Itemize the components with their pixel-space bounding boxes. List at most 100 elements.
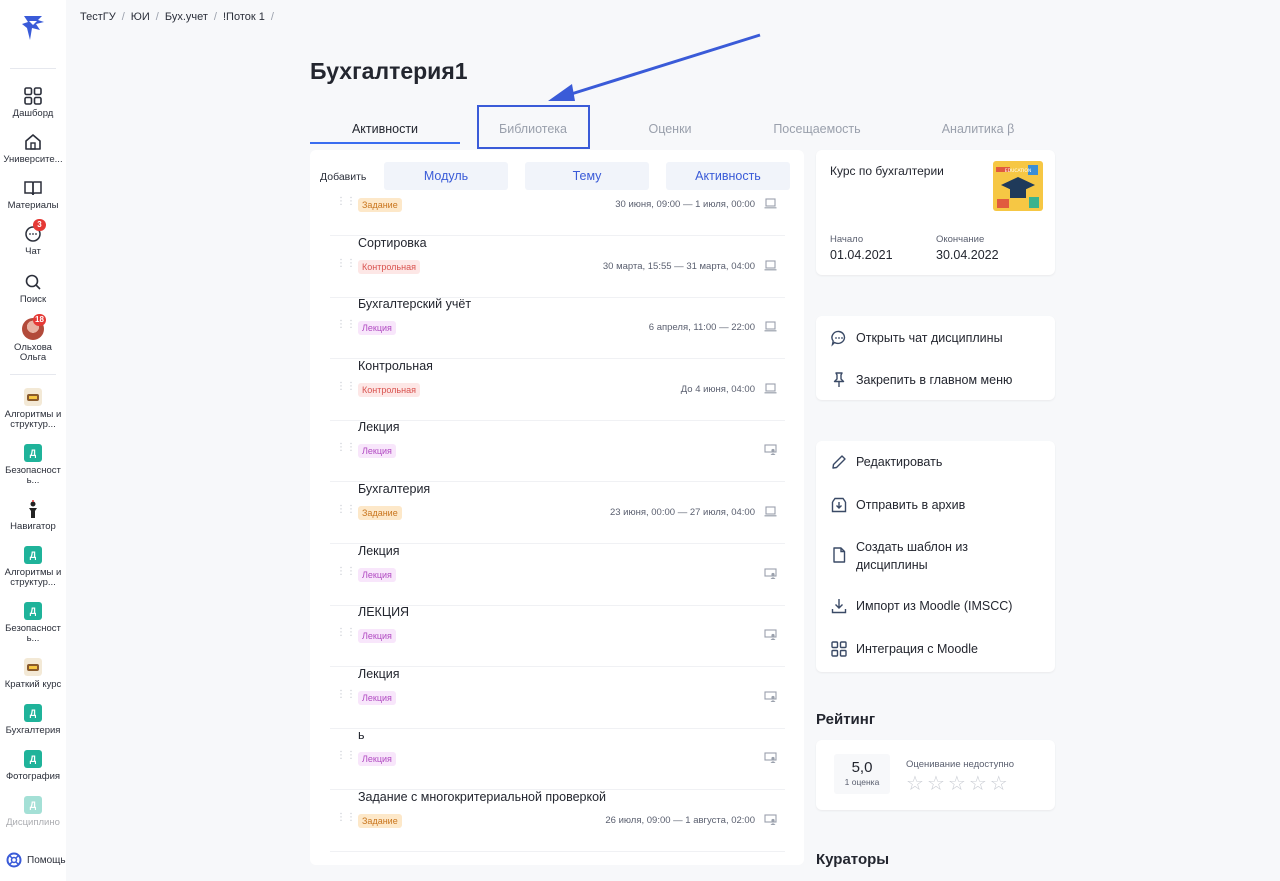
presentation-icon: [764, 444, 777, 456]
chat-badge: 3: [33, 219, 46, 231]
activity-list: ⋮⋮ Задание 30 июня, 09:00 — 1 июля, 00:00 ⋮…: [310, 192, 804, 852]
drag-handle-icon[interactable]: ⋮⋮: [336, 813, 356, 828]
laptop-icon: [764, 260, 777, 270]
drag-handle-icon[interactable]: ⋮⋮: [336, 258, 356, 274]
sidebar-course-item[interactable]: Д Алгоритмы и структур...: [0, 546, 66, 588]
sidebar-course-item[interactable]: Д Бухгалтерия: [0, 704, 66, 736]
university-logo-icon[interactable]: [18, 12, 48, 42]
breadcrumb-item[interactable]: ЮИ: [131, 11, 150, 23]
sidebar-item-chat[interactable]: 3 Чат: [0, 219, 66, 257]
activity-title[interactable]: Лекция: [358, 544, 400, 558]
sidebar-label-materials: Материалы: [7, 200, 59, 211]
sidebar-item-profile[interactable]: 18 Ольхова Ольга: [0, 314, 66, 363]
sidebar-course-item[interactable]: Д Дисциплино: [0, 796, 66, 828]
drag-handle-icon[interactable]: ⋮⋮: [336, 197, 356, 212]
activity-row[interactable]: ⋮⋮ ЛЕКЦИЯ Лекция: [330, 605, 785, 668]
sidebar-course-item[interactable]: Алгоритмы и структур...: [0, 388, 66, 430]
breadcrumb-separator: /: [155, 11, 159, 23]
rating-score: 5,0: [851, 759, 873, 776]
activity-title[interactable]: Контрольная: [358, 359, 433, 373]
activity-type-badge: Лекция: [358, 629, 396, 644]
drag-handle-icon[interactable]: ⋮⋮: [336, 751, 356, 766]
sidebar-label-chat: Чат: [25, 246, 41, 257]
start-date-value: 01.04.2021: [830, 248, 893, 262]
activity-row[interactable]: ⋮⋮ Лекция Лекция: [330, 420, 785, 483]
activity-title[interactable]: Задание с многокритериальной проверкой: [358, 790, 606, 804]
course-square-icon: Д: [24, 704, 42, 722]
activity-row[interactable]: ⋮⋮ Контрольная Контрольная До 4 июня, 04:00: [330, 359, 785, 421]
activity-type-badge: Задание: [358, 814, 402, 828]
start-date-label: Начало: [830, 234, 864, 245]
activity-title[interactable]: ь: [358, 728, 365, 742]
activity-row[interactable]: ⋮⋮ Бухгалтерский учёт Лекция 6 апреля, 11:0…: [330, 297, 785, 360]
sidebar-course-item[interactable]: Краткий курс: [0, 658, 66, 690]
sidebar-item-search[interactable]: Поиск: [0, 272, 66, 305]
sidebar-item-university[interactable]: Университе...: [0, 132, 66, 165]
drag-handle-icon[interactable]: ⋮⋮: [336, 566, 356, 582]
activity-type-badge: Лекция: [358, 444, 396, 459]
course-square-icon: Д: [24, 750, 42, 768]
course-square-icon: Д: [24, 796, 42, 814]
create-template-label-1: Создать шаблон из: [856, 540, 969, 554]
course-cover-image: EDUCATION: [993, 161, 1043, 211]
tab-analytics[interactable]: Аналитика β: [900, 116, 1056, 144]
sidebar-course-item[interactable]: Д Фотография: [0, 750, 66, 782]
drag-handle-icon[interactable]: ⋮⋮: [336, 505, 356, 520]
sidebar-course-item[interactable]: Д Безопасност ь...: [0, 602, 66, 644]
breadcrumb-item[interactable]: Бух.учет: [165, 11, 208, 23]
activity-type-badge: Лекция: [358, 752, 396, 767]
activity-row[interactable]: ⋮⋮ Бухгалтерия Задание 23 июня, 00:00 — 27 …: [330, 482, 785, 544]
tab-activities[interactable]: Активности: [310, 116, 460, 144]
create-template-label-2: дисциплины: [856, 558, 928, 572]
tab-attendance[interactable]: Посещаемость: [734, 116, 900, 144]
sidebar-label-university: Университе...: [3, 154, 63, 165]
edit-action[interactable]: Редактировать: [830, 453, 942, 471]
add-module-button[interactable]: Модуль: [384, 162, 508, 190]
activity-title[interactable]: Сортировка: [358, 236, 427, 250]
integration-moodle-action[interactable]: Интеграция с Moodle: [830, 640, 978, 658]
sidebar-course-item[interactable]: Д Безопасност ь...: [0, 444, 66, 486]
open-chat-action[interactable]: Открыть чат дисциплины: [830, 329, 1003, 347]
help-button[interactable]: Помощь: [6, 852, 66, 868]
book-icon: [24, 181, 42, 196]
sidebar-item-materials[interactable]: Материалы: [0, 178, 66, 211]
breadcrumb-item[interactable]: ТестГУ: [80, 11, 116, 23]
drag-handle-icon[interactable]: ⋮⋮: [336, 628, 356, 643]
sidebar-item-dashboard[interactable]: Дашборд: [0, 86, 66, 119]
activity-row[interactable]: ⋮⋮ ь Лекция: [330, 728, 785, 791]
archive-action[interactable]: Отправить в архив: [830, 496, 965, 514]
drag-handle-icon[interactable]: ⋮⋮: [336, 443, 356, 458]
drag-handle-icon[interactable]: ⋮⋮: [336, 381, 356, 397]
sidebar-course-label-2: структур...: [10, 577, 56, 588]
search-icon: [25, 274, 41, 290]
import-moodle-action[interactable]: Импорт из Moodle (IMSCC): [830, 597, 1012, 615]
activity-row[interactable]: ⋮⋮ Лекция Лекция: [330, 544, 785, 606]
activity-title[interactable]: Лекция: [358, 667, 400, 681]
activity-title[interactable]: ЛЕКЦИЯ: [358, 605, 409, 619]
add-topic-button[interactable]: Тему: [525, 162, 649, 190]
tab-grades[interactable]: Оценки: [606, 116, 734, 144]
course-info-card: Курс по бухгалтерии EDUCATION Начало 01.…: [816, 150, 1055, 275]
sidebar-course-label: Краткий курс: [4, 679, 62, 690]
score-box: 5,0 1 оценка: [834, 754, 890, 794]
drag-handle-icon[interactable]: ⋮⋮: [336, 689, 356, 705]
drag-handle-icon[interactable]: ⋮⋮: [336, 320, 356, 335]
laptop-icon: [764, 506, 777, 517]
create-template-action[interactable]: Создать шаблон из дисциплины: [830, 538, 968, 574]
activity-row[interactable]: ⋮⋮ Задание с многокритериальной проверкой…: [330, 790, 785, 852]
import-moodle-label: Импорт из Moodle (IMSCC): [856, 599, 1013, 613]
star-icon: ☆: [947, 773, 966, 795]
sidebar-course-item[interactable]: Навигатор: [0, 500, 66, 532]
activity-row[interactable]: ⋮⋮ Лекция Лекция: [330, 667, 785, 729]
activity-title[interactable]: Лекция: [358, 420, 400, 434]
course-square-icon: Д: [24, 546, 42, 564]
activity-row[interactable]: ⋮⋮ Задание 30 июня, 09:00 — 1 июля, 00:00: [330, 192, 785, 236]
activity-title[interactable]: Бухгалтерия: [358, 482, 430, 496]
activity-date: 26 июля, 09:00 — 1 августа, 02:00: [605, 815, 755, 826]
breadcrumb-item[interactable]: !Поток 1: [223, 11, 265, 23]
activity-title[interactable]: Бухгалтерский учёт: [358, 297, 471, 311]
activity-date: 30 марта, 15:55 — 31 марта, 04:00: [602, 260, 755, 272]
pin-menu-action[interactable]: Закрепить в главном меню: [830, 371, 1012, 389]
activity-row[interactable]: ⋮⋮ Сортировка Контрольная 30 марта, 15:55 —…: [330, 236, 785, 298]
add-activity-button[interactable]: Активность: [666, 162, 790, 190]
